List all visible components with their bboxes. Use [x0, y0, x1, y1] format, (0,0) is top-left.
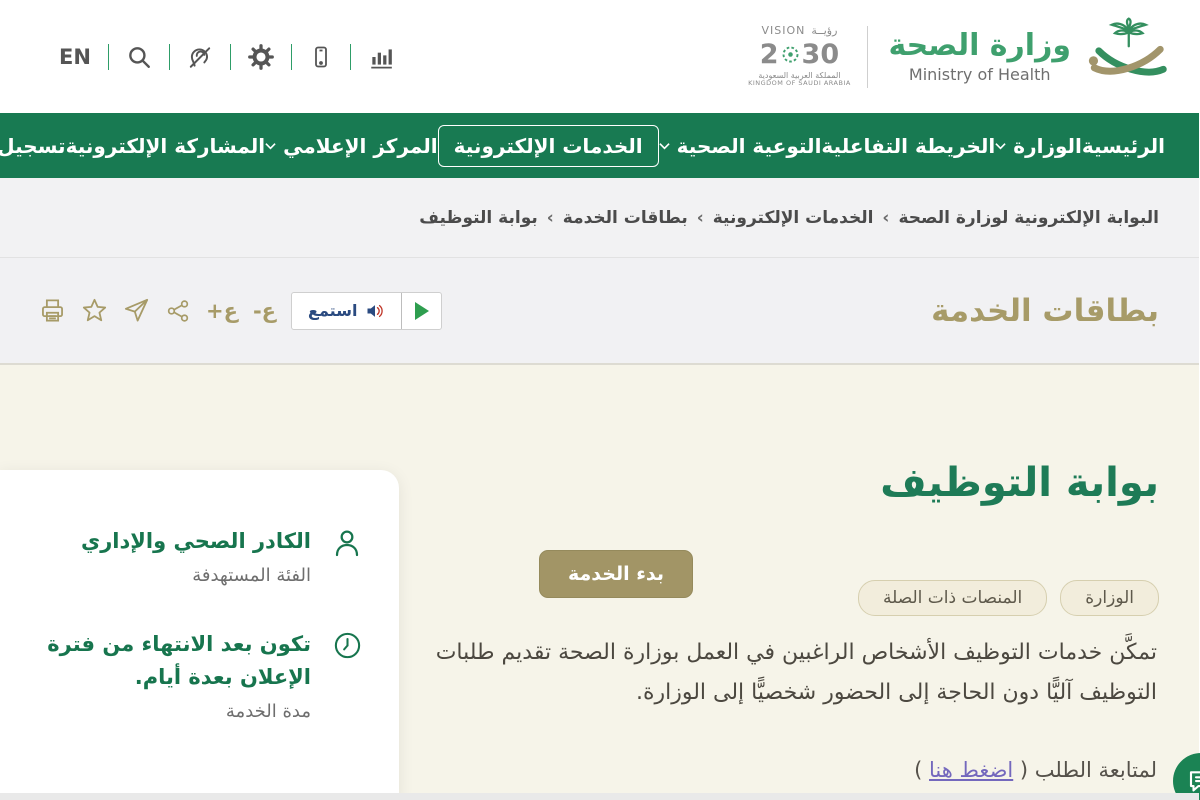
tag-ministry[interactable]: الوزارة	[1061, 580, 1160, 616]
logo-cluster: وزارة الصحة Ministry of Health VISION رؤ…	[746, 16, 1172, 98]
vision-flower-icon	[781, 44, 802, 65]
moh-emblem-logo	[1086, 16, 1172, 98]
start-service-button[interactable]: بدء الخدمة	[540, 550, 694, 598]
accessibility-button[interactable]	[171, 44, 231, 70]
followup-line: لمتابعة الطلب ( اضغط هنا )	[915, 758, 1158, 782]
vision-year-right: 30	[803, 39, 841, 70]
chevron-down-icon	[660, 142, 671, 150]
breadcrumb-portal[interactable]: البوابة الإلكترونية لوزارة الصحة	[899, 208, 1160, 228]
target-category-label: الفئة المستهدفة	[82, 565, 312, 586]
nav-eservices[interactable]: الخدمات الإلكترونية	[439, 125, 660, 167]
nav-health-awareness[interactable]: التوعية الصحية	[660, 134, 823, 158]
nav-eparticipation-label: المشاركة الإلكترونية	[67, 134, 267, 158]
font-increase-button[interactable]: ع+	[207, 299, 239, 323]
followup-prefix: لمتابعة الطلب (	[1014, 758, 1158, 782]
nav-ministry-label: الوزارة	[1014, 134, 1083, 158]
nav-interactive-map-label: الخريطة التفاعلية	[822, 134, 996, 158]
person-icon	[332, 527, 364, 559]
nav-media-center[interactable]: المركز الإعلامي	[266, 134, 438, 158]
nav-media-center-label: المركز الإعلامي	[284, 134, 438, 158]
vision-year-left: 2	[761, 39, 780, 70]
service-duration-item: تكون بعد الانتهاء من فترة الإعلان بعدة أ…	[18, 628, 364, 722]
nav-home[interactable]: الرئيسية	[1083, 134, 1166, 158]
search-button[interactable]	[110, 44, 170, 70]
service-description: تمكَّن خدمات التوظيف الأشخاص الراغبين في…	[410, 633, 1158, 713]
logo-separator	[868, 26, 869, 88]
nav-login-label: تسجيل الدخول	[0, 134, 67, 158]
breadcrumb-bar: البوابة الإلكترونية لوزارة الصحة ‹ الخدم…	[0, 178, 1200, 258]
moh-wordmark: وزارة الصحة Ministry of Health	[883, 29, 1072, 84]
main-navigation: الرئيسية الوزارة الخريطة التفاعلية التوع…	[0, 113, 1200, 178]
page-title: بطاقات الخدمة	[932, 293, 1160, 329]
search-icon	[127, 44, 153, 70]
top-bar: وزارة الصحة Ministry of Health VISION رؤ…	[0, 0, 1200, 113]
chevron-down-icon	[266, 142, 277, 150]
accessibility-icon	[188, 44, 214, 70]
feedback-chat-icon	[1187, 766, 1200, 796]
statistics-button[interactable]	[352, 44, 412, 70]
share-icon	[166, 298, 192, 324]
breadcrumb-separator: ‹	[548, 208, 555, 228]
footer-strip	[0, 793, 1200, 800]
main-content: بوابة التوظيف الوزارة المنصات ذات الصلة …	[0, 365, 1200, 800]
vision-2030-logo: VISION رؤيــة 2 30 المملكة العربية السعو…	[746, 25, 854, 87]
mobile-apps-button[interactable]	[293, 44, 351, 70]
font-decrease-button[interactable]: ع-	[254, 299, 277, 323]
vision-kingdom-english: KINGDOM OF SAUDI ARABIA	[746, 80, 854, 87]
settings-button[interactable]	[232, 44, 292, 70]
service-title: بوابة التوظيف	[881, 460, 1160, 506]
followup-suffix: )	[915, 758, 930, 782]
listen-widget[interactable]: استمع	[292, 292, 443, 330]
favorite-button[interactable]	[82, 297, 109, 324]
target-category-value: الكادر الصحي والإداري	[82, 525, 312, 558]
title-tools: استمع ع- ع+	[40, 292, 447, 330]
nav-interactive-map[interactable]: الخريطة التفاعلية	[822, 134, 996, 158]
target-category-item: الكادر الصحي والإداري الفئة المستهدفة	[18, 525, 364, 586]
breadcrumb: البوابة الإلكترونية لوزارة الصحة ‹ الخدم…	[420, 208, 1160, 228]
chevron-down-icon	[996, 142, 1007, 150]
nav-ministry[interactable]: الوزارة	[996, 134, 1083, 158]
vision-en-label: VISION	[762, 25, 806, 38]
nav-home-label: الرئيسية	[1083, 134, 1166, 158]
listen-play-button[interactable]	[402, 293, 442, 329]
moh-title-english: Ministry of Health	[889, 65, 1072, 84]
breadcrumb-separator: ‹	[883, 208, 890, 228]
listen-label: استمع	[293, 293, 402, 329]
vision-ar-label: رؤيــة	[812, 25, 838, 38]
nav-login[interactable]: تسجيل الدخول	[0, 134, 67, 158]
bar-chart-icon	[369, 44, 395, 70]
service-tags: الوزارة المنصات ذات الصلة	[859, 580, 1160, 616]
service-info-panel: الكادر الصحي والإداري الفئة المستهدفة تك…	[0, 470, 400, 800]
breadcrumb-employment-portal: بوابة التوظيف	[420, 208, 539, 228]
print-button[interactable]	[40, 297, 67, 324]
send-button[interactable]	[124, 297, 151, 324]
followup-link[interactable]: اضغط هنا	[930, 758, 1014, 782]
speaker-icon	[366, 301, 386, 321]
page-title-bar: بطاقات الخدمة استمع ع- ع+	[0, 258, 1200, 365]
service-duration-label: مدة الخدمة	[27, 701, 312, 722]
play-icon	[416, 302, 430, 320]
paper-plane-icon	[124, 297, 151, 324]
clock-icon	[333, 630, 364, 661]
star-icon	[82, 297, 109, 324]
nav-eparticipation[interactable]: المشاركة الإلكترونية	[67, 134, 267, 158]
moh-title-arabic: وزارة الصحة	[889, 29, 1072, 63]
breadcrumb-separator: ‹	[698, 208, 705, 228]
mobile-icon	[310, 44, 334, 70]
service-duration-value: تكون بعد الانتهاء من فترة الإعلان بعدة أ…	[27, 628, 312, 694]
tag-related-platforms[interactable]: المنصات ذات الصلة	[859, 580, 1048, 616]
printer-icon	[40, 297, 67, 324]
breadcrumb-eservices[interactable]: الخدمات الإلكترونية	[714, 208, 875, 228]
nav-eservices-label: الخدمات الإلكترونية	[455, 134, 644, 158]
nav-health-awareness-label: التوعية الصحية	[678, 134, 823, 158]
quick-tools: EN	[60, 44, 412, 70]
share-button[interactable]	[166, 298, 192, 324]
gear-icon	[249, 44, 275, 70]
language-toggle[interactable]: EN	[60, 45, 109, 69]
breadcrumb-service-cards[interactable]: بطاقات الخدمة	[564, 208, 689, 228]
listen-text: استمع	[309, 301, 358, 320]
